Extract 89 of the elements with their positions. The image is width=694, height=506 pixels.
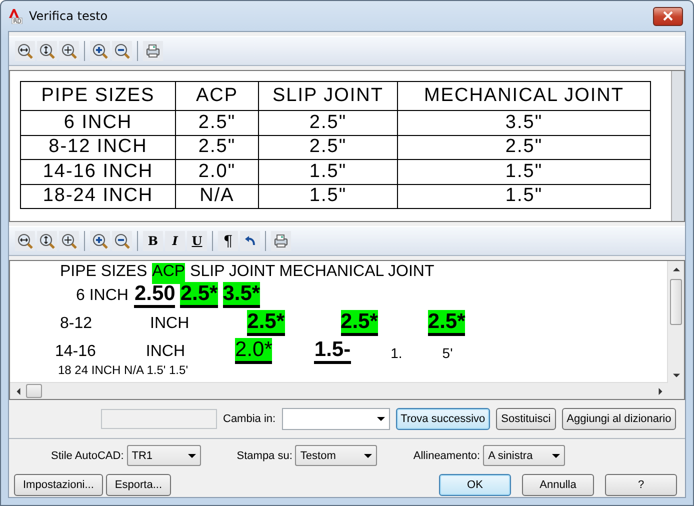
action-button[interactable]: Aggiungi al dizionario	[562, 408, 676, 430]
horizontal-scrollbar[interactable]	[10, 382, 668, 399]
zoom-in-icon[interactable]	[92, 233, 108, 249]
dropdown-value: TR1	[132, 450, 153, 462]
dialog-button[interactable]: Impostazioni...	[14, 474, 103, 496]
editor-text: 6 INCH	[76, 287, 128, 306]
paragraph-button[interactable]: ¶	[218, 231, 238, 251]
close-button[interactable]	[653, 6, 683, 26]
editor-text: PIPE SIZES	[60, 263, 148, 282]
zoom-height-icon[interactable]	[39, 233, 55, 249]
table-cell: 18-24 INCH	[20, 184, 176, 208]
caret-icon	[188, 452, 196, 460]
table-cell: 2.5"	[258, 135, 398, 160]
window-title: Verifica testo	[29, 9, 109, 23]
dialog-button[interactable]: OK	[439, 474, 511, 496]
table-cell: 2.5"	[258, 110, 398, 135]
app-logo-icon	[7, 8, 23, 24]
scroll-right-icon[interactable]	[656, 388, 664, 394]
bold-button[interactable]: B	[143, 231, 163, 251]
editor-text: 18 24 INCH N/A 1.5' 1.5'	[58, 364, 188, 379]
highlighted-text: 2.5*	[340, 310, 378, 336]
zoom-height-icon[interactable]	[39, 43, 55, 59]
editor-text: 1.5-	[314, 338, 351, 364]
highlighted-text: 3.5*	[222, 282, 260, 308]
zoom-width-icon[interactable]	[17, 43, 33, 59]
dropdown-value: A sinistra	[488, 450, 533, 462]
option-label: Stile AutoCAD:	[51, 450, 124, 462]
column-header: MECHANICAL JOINT	[398, 82, 650, 110]
table-cell: 1.5"	[398, 160, 650, 184]
highlighted-text: 2.5*	[180, 282, 218, 308]
editor-text: 14-16	[55, 343, 96, 362]
editor-text: 2.50	[134, 282, 176, 308]
action-button[interactable]: Sostituisci	[496, 408, 556, 430]
dialog-button[interactable]: Annulla	[522, 474, 594, 496]
scroll-thumb[interactable]	[26, 384, 42, 398]
vertical-scrollbar[interactable]	[667, 261, 684, 383]
zoom-out-icon[interactable]	[114, 233, 130, 249]
action-button[interactable]: Trova successivo	[396, 408, 490, 430]
dropdown[interactable]: Testom	[295, 445, 378, 466]
dropdown[interactable]: A sinistra	[483, 445, 566, 466]
table-cell: 2.0"	[176, 160, 258, 184]
caret-icon	[364, 452, 372, 460]
editor-text: 8-12	[60, 315, 92, 334]
table-cell: 14-16 INCH	[20, 160, 176, 184]
column-header: PIPE SIZES	[20, 82, 176, 110]
table-cell: 1.5"	[258, 184, 398, 208]
scroll-down-icon[interactable]	[672, 372, 680, 378]
scroll-up-icon[interactable]	[672, 266, 680, 272]
field-label: Cambia in:	[223, 413, 276, 425]
table-cell: 2.5"	[176, 110, 258, 135]
zoom-width-icon[interactable]	[17, 233, 33, 249]
scroll-thumb[interactable]	[670, 279, 682, 325]
highlighted-text: 2.0*	[235, 338, 272, 364]
table-cell: N/A	[176, 184, 258, 208]
column-header: ACP	[176, 82, 258, 110]
zoom-extents-icon[interactable]	[61, 233, 77, 249]
dropdown-value: Testom	[300, 450, 336, 462]
highlighted-text: ACP	[152, 263, 186, 284]
option-label: Stampa su:	[236, 450, 292, 462]
table-cell: 2.5"	[398, 135, 650, 160]
zoom-in-icon[interactable]	[92, 43, 108, 59]
table-cell: 1.5"	[258, 160, 398, 184]
editor-text: 5'	[442, 346, 453, 363]
italic-button[interactable]: I	[165, 231, 185, 251]
close-icon	[663, 11, 673, 21]
editor-text: 1.	[390, 346, 402, 363]
editor-text: INCH	[150, 315, 190, 334]
dialog-button[interactable]: ?	[605, 474, 677, 496]
printer-icon[interactable]	[273, 233, 289, 249]
caret-icon	[376, 415, 385, 423]
table-cell: 8-12 INCH	[20, 135, 176, 160]
caret-icon	[552, 452, 560, 460]
table-cell: 6 INCH	[20, 110, 176, 135]
table-cell: 2.5"	[176, 135, 258, 160]
dialog-button[interactable]: Esporta...	[106, 474, 171, 496]
editor-text: INCH	[146, 343, 186, 362]
highlighted-text: 2.5*	[247, 310, 285, 336]
column-header: SLIP JOINT	[258, 82, 398, 110]
printer-icon[interactable]	[145, 43, 161, 59]
dropdown[interactable]: TR1	[126, 445, 201, 466]
option-label: Allineamento:	[413, 450, 480, 462]
table-cell: 3.5"	[398, 110, 650, 135]
table-cell: 1.5"	[398, 184, 650, 208]
scroll-left-icon[interactable]	[14, 388, 22, 394]
change-field[interactable]	[282, 408, 390, 430]
zoom-out-icon[interactable]	[114, 43, 130, 59]
editor-text: SLIP JOINT MECHANICAL JOINT	[190, 263, 434, 282]
underline-button[interactable]: U	[187, 231, 207, 251]
zoom-extents-icon[interactable]	[61, 43, 77, 59]
